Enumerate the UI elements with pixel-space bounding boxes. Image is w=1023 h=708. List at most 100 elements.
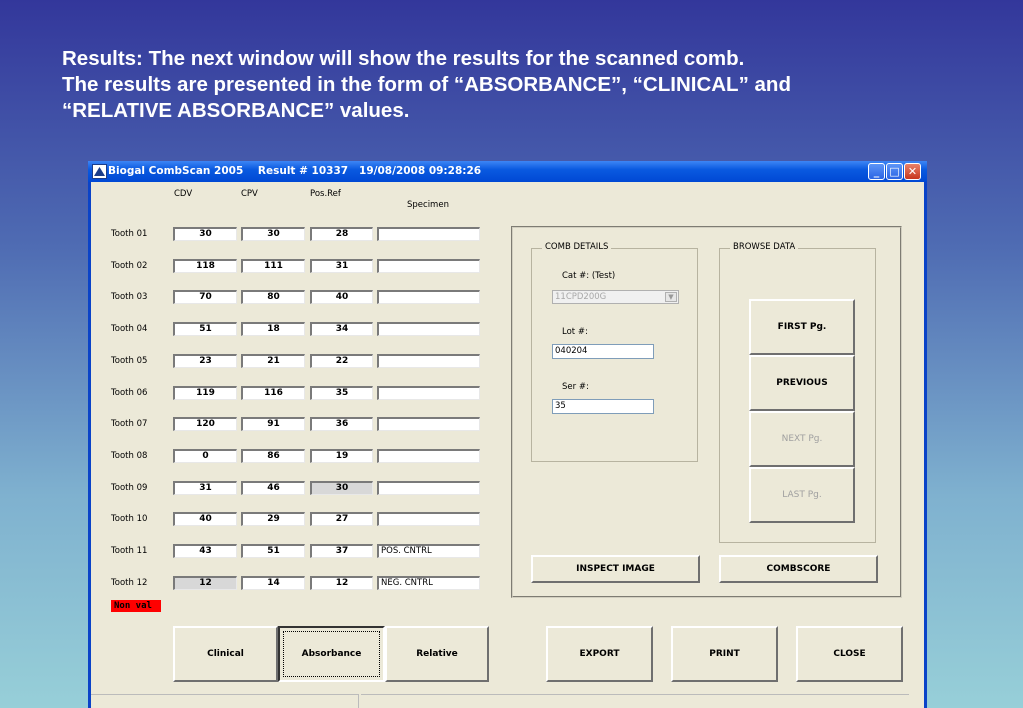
specimen-cell[interactable]: [377, 386, 480, 400]
combscore-button[interactable]: COMBSCORE: [719, 555, 878, 583]
cpv-cell: 116: [241, 386, 305, 400]
chevron-down-icon: ▼: [665, 292, 677, 302]
cpv-cell: 80: [241, 290, 305, 304]
cat-select-value: 11CPD200G: [555, 292, 607, 302]
absorbance-button[interactable]: Absorbance: [278, 626, 385, 682]
app-icon: [92, 164, 107, 179]
cdv-cell: 120: [173, 417, 237, 431]
close-window-button[interactable]: ✕: [904, 163, 921, 180]
specimen-cell[interactable]: [377, 449, 480, 463]
header-cpv: CPV: [241, 189, 258, 199]
header-posref: Pos.Ref: [310, 189, 341, 199]
caption-line-1: Results: The next window will show the r…: [62, 47, 745, 70]
specimen-cell[interactable]: [377, 227, 480, 241]
cpv-cell: 29: [241, 512, 305, 526]
title-bar[interactable]: Biogal CombScan 2005 Result # 10337 19/0…: [88, 161, 927, 182]
relative-button[interactable]: Relative: [385, 626, 489, 682]
maximize-button[interactable]: □: [886, 163, 903, 180]
browse-data-label: BROWSE DATA: [730, 242, 799, 252]
non-valid-indicator: Non val: [111, 600, 161, 612]
inspect-image-button[interactable]: INSPECT IMAGE: [531, 555, 700, 583]
caption-line-2: The results are presented in the form of…: [62, 73, 791, 96]
print-button[interactable]: PRINT: [671, 626, 778, 682]
specimen-cell[interactable]: [377, 322, 480, 336]
specimen-cell[interactable]: NEG. CNTRL: [377, 576, 480, 590]
status-pane-left: [91, 694, 359, 708]
row-label: Tooth 03: [111, 292, 148, 302]
row-label: Tooth 08: [111, 451, 148, 461]
details-panel: COMB DETAILS Cat #: (Test) 11CPD200G ▼ L…: [511, 226, 902, 598]
cpv-cell: 86: [241, 449, 305, 463]
cdv-cell: 31: [173, 481, 237, 495]
specimen-cell[interactable]: [377, 417, 480, 431]
posref-cell: 37: [310, 544, 373, 558]
specimen-cell[interactable]: [377, 481, 480, 495]
posref-cell: 40: [310, 290, 373, 304]
posref-cell: 34: [310, 322, 373, 336]
row-label: Tooth 10: [111, 514, 148, 524]
cdv-cell: 43: [173, 544, 237, 558]
cdv-cell: 40: [173, 512, 237, 526]
posref-cell: 28: [310, 227, 373, 241]
specimen-cell[interactable]: [377, 512, 480, 526]
lot-label: Lot #:: [562, 327, 588, 337]
cdv-cell: 30: [173, 227, 237, 241]
row-label: Tooth 01: [111, 229, 148, 239]
caption-line-3: “RELATIVE ABSORBANCE” values.: [62, 99, 410, 122]
cpv-cell: 14: [241, 576, 305, 590]
comb-details-label: COMB DETAILS: [542, 242, 612, 252]
row-label: Tooth 12: [111, 578, 148, 588]
cdv-cell: 119: [173, 386, 237, 400]
specimen-cell[interactable]: [377, 259, 480, 273]
row-label: Tooth 05: [111, 356, 148, 366]
posref-cell: 19: [310, 449, 373, 463]
cdv-cell: 12: [173, 576, 237, 590]
slide-caption: Results: The next window will show the r…: [62, 46, 962, 124]
posref-cell: 22: [310, 354, 373, 368]
status-pane-right: [361, 694, 909, 708]
cat-select[interactable]: 11CPD200G ▼: [552, 290, 679, 304]
posref-cell: 31: [310, 259, 373, 273]
close-button[interactable]: CLOSE: [796, 626, 903, 682]
specimen-cell[interactable]: POS. CNTRL: [377, 544, 480, 558]
cdv-cell: 23: [173, 354, 237, 368]
row-label: Tooth 04: [111, 324, 148, 334]
posref-cell: 27: [310, 512, 373, 526]
cpv-cell: 111: [241, 259, 305, 273]
first-page-button[interactable]: FIRST Pg.: [749, 299, 855, 355]
specimen-cell[interactable]: [377, 290, 480, 304]
lot-field[interactable]: 040204: [552, 344, 654, 359]
header-cdv: CDV: [174, 189, 193, 199]
next-page-button[interactable]: NEXT Pg.: [749, 411, 855, 467]
ser-field[interactable]: 35: [552, 399, 654, 414]
window-client: CDV CPV Pos.Ref Specimen Tooth 01 30 30 28 T…: [91, 182, 924, 708]
clinical-button[interactable]: Clinical: [173, 626, 278, 682]
cdv-cell: 0: [173, 449, 237, 463]
cpv-cell: 21: [241, 354, 305, 368]
row-label: Tooth 02: [111, 261, 148, 271]
posref-cell: 30: [310, 481, 373, 495]
cpv-cell: 18: [241, 322, 305, 336]
posref-cell: 35: [310, 386, 373, 400]
specimen-cell[interactable]: [377, 354, 480, 368]
posref-cell: 12: [310, 576, 373, 590]
focus-rect: [283, 631, 380, 677]
cpv-cell: 91: [241, 417, 305, 431]
export-button[interactable]: EXPORT: [546, 626, 653, 682]
cdv-cell: 70: [173, 290, 237, 304]
cdv-cell: 118: [173, 259, 237, 273]
last-page-button[interactable]: LAST Pg.: [749, 467, 855, 523]
minimize-button[interactable]: _: [868, 163, 885, 180]
previous-page-button[interactable]: PREVIOUS: [749, 355, 855, 411]
window-title: Biogal CombScan 2005 Result # 10337 19/0…: [108, 165, 482, 177]
ser-label: Ser #:: [562, 382, 589, 392]
row-label: Tooth 09: [111, 483, 148, 493]
cpv-cell: 51: [241, 544, 305, 558]
header-specimen: Specimen: [407, 200, 449, 210]
cdv-cell: 51: [173, 322, 237, 336]
cpv-cell: 46: [241, 481, 305, 495]
row-label: Tooth 11: [111, 546, 148, 556]
comb-details-group: COMB DETAILS Cat #: (Test) 11CPD200G ▼ L…: [531, 242, 698, 462]
row-label: Tooth 06: [111, 388, 148, 398]
posref-cell: 36: [310, 417, 373, 431]
